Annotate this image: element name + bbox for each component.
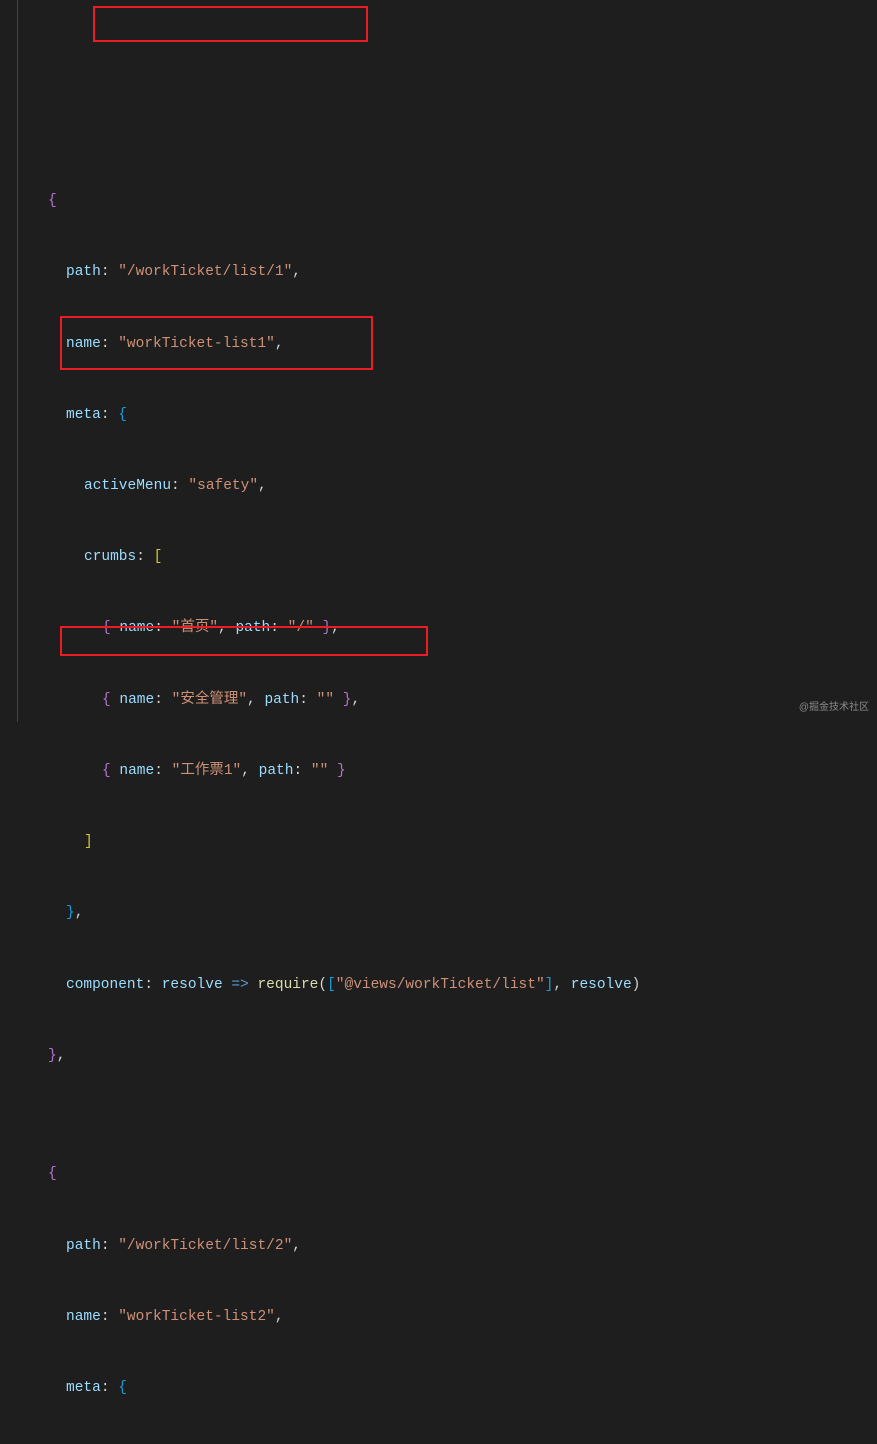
code-line: name: "workTicket-list1", — [30, 333, 877, 357]
code-line: component: resolve => require(["@views/w… — [30, 974, 877, 998]
code-line: { — [30, 190, 877, 214]
watermark-text: @掘金技术社区 — [799, 700, 869, 716]
code-line: }, — [30, 902, 877, 926]
code-line: meta: { — [30, 404, 877, 428]
code-line: { name: "工作票1", path: "" } — [30, 760, 877, 784]
code-line: }, — [30, 1045, 877, 1069]
code-line: { — [30, 1164, 877, 1188]
code-line: meta: { — [30, 1377, 877, 1401]
code-line: path: "/workTicket/list/2", — [30, 1235, 877, 1259]
code-editor[interactable]: { path: "/workTicket/list/1", name: "wor… — [0, 0, 877, 722]
code-line: activeMenu: "safety", — [30, 475, 877, 499]
editor-gutter — [0, 0, 18, 722]
code-line: { name: "安全管理", path: "" }, — [30, 689, 877, 713]
code-line: ] — [30, 831, 877, 855]
code-line: { name: "首页", path: "/" }, — [30, 617, 877, 641]
code-content[interactable]: { path: "/workTicket/list/1", name: "wor… — [18, 0, 877, 722]
code-line: crumbs: [ — [30, 546, 877, 570]
code-line: path: "/workTicket/list/1", — [30, 261, 877, 285]
highlight-annotation-1 — [93, 6, 368, 42]
code-line: name: "workTicket-list2", — [30, 1306, 877, 1330]
